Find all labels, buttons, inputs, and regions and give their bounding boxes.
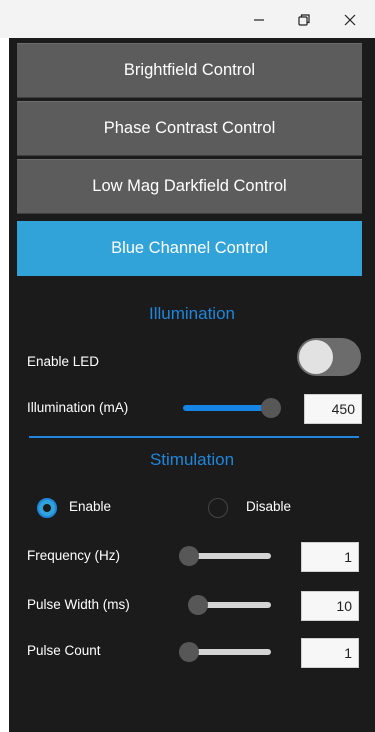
enable-radio[interactable]: [37, 498, 57, 518]
restore-icon: [298, 14, 310, 26]
pulse-count-value-input[interactable]: 1: [301, 638, 359, 668]
slider-track: [189, 553, 271, 559]
pulse-count-label: Pulse Count: [27, 643, 101, 658]
pulse-count-slider[interactable]: [179, 642, 271, 662]
pulse-width-slider[interactable]: [188, 595, 271, 615]
slider-fill: [183, 405, 271, 411]
section-divider: [29, 436, 359, 438]
frequency-label: Frequency (Hz): [27, 548, 121, 563]
slider-thumb[interactable]: [261, 398, 281, 418]
close-button[interactable]: [327, 4, 373, 36]
phase-contrast-control-button[interactable]: Phase Contrast Control: [17, 101, 362, 156]
enable-led-toggle[interactable]: [297, 338, 361, 376]
illumination-slider[interactable]: [183, 398, 281, 418]
illumination-current-label: Illumination (mA): [27, 400, 129, 415]
restore-button[interactable]: [281, 4, 327, 36]
slider-thumb[interactable]: [179, 642, 199, 662]
disable-radio-label[interactable]: Disable: [246, 499, 291, 514]
pulse-width-value-input[interactable]: 10: [301, 591, 359, 621]
minimize-button[interactable]: [236, 4, 282, 36]
slider-thumb[interactable]: [188, 595, 208, 615]
illumination-value-input[interactable]: 450: [304, 394, 362, 424]
disable-radio[interactable]: [208, 498, 228, 518]
enable-radio-label[interactable]: Enable: [69, 499, 111, 514]
frequency-slider[interactable]: [179, 546, 271, 566]
low-mag-darkfield-control-button[interactable]: Low Mag Darkfield Control: [17, 159, 362, 214]
brightfield-control-button[interactable]: Brightfield Control: [17, 43, 362, 98]
control-panel: Brightfield Control Phase Contrast Contr…: [9, 38, 375, 732]
frequency-value-input[interactable]: 1: [301, 542, 359, 572]
toggle-knob: [299, 340, 333, 374]
illumination-section-title: Illumination: [149, 304, 235, 323]
pulse-width-label: Pulse Width (ms): [27, 597, 130, 612]
minimize-icon: [254, 19, 264, 21]
blue-channel-control-button[interactable]: Blue Channel Control: [17, 221, 362, 276]
close-icon: [344, 14, 356, 26]
slider-track: [189, 649, 271, 655]
stimulation-section-title: Stimulation: [149, 450, 235, 469]
title-bar: [0, 0, 375, 38]
enable-led-label: Enable LED: [27, 354, 100, 369]
slider-thumb[interactable]: [179, 546, 199, 566]
